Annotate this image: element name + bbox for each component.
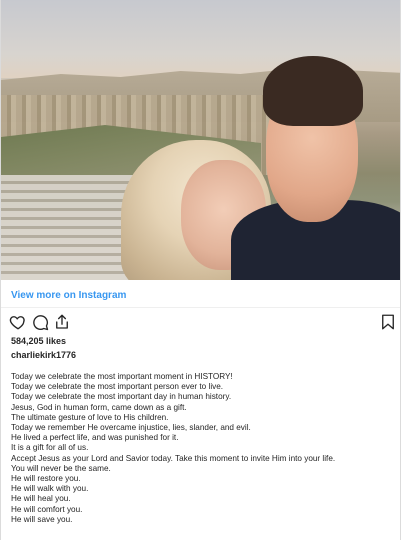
caption-line: He will walk with you.	[11, 484, 89, 494]
caption-line: You will never be the same.	[11, 463, 111, 473]
caption-line: Today we celebrate the most important mo…	[11, 372, 233, 381]
caption-line: It is a gift for all of us.	[11, 443, 89, 453]
caption-line: He will heal you.	[11, 494, 71, 504]
caption-line: He will save you.	[11, 514, 73, 524]
username-link[interactable]: charliekirk1776	[11, 350, 76, 360]
bookmark-icon[interactable]	[379, 313, 397, 331]
likes-count[interactable]: 584,205 likes	[11, 336, 66, 346]
instagram-embed: View more on Instagram 584,205 likes cha…	[0, 0, 401, 540]
share-icon[interactable]	[53, 313, 71, 331]
caption-line: Accept Jesus as your Lord and Savior tod…	[11, 453, 336, 463]
photo-man-hair	[263, 56, 363, 126]
view-more-link[interactable]: View more on Instagram	[11, 290, 126, 302]
comment-icon[interactable]	[31, 313, 49, 331]
caption-line: He lived a perfect life, and was punishe…	[11, 433, 179, 443]
caption-line: Today we celebrate the most important pe…	[11, 382, 224, 392]
heart-icon[interactable]	[9, 313, 27, 331]
post-photo[interactable]	[1, 0, 400, 280]
caption-line: He will comfort you.	[11, 504, 83, 514]
caption-line: Jesus, God in human form, came down as a…	[11, 402, 187, 412]
caption-line: The ultimate gesture of love to His chil…	[11, 412, 169, 422]
divider	[1, 307, 400, 308]
caption-line: Today we celebrate the most important da…	[11, 392, 232, 402]
post-caption: Today we celebrate the most important mo…	[11, 372, 391, 525]
action-bar	[9, 313, 394, 333]
caption-line: Today we remember He overcame injustice,…	[11, 423, 251, 433]
caption-line: He will restore you.	[11, 474, 81, 484]
